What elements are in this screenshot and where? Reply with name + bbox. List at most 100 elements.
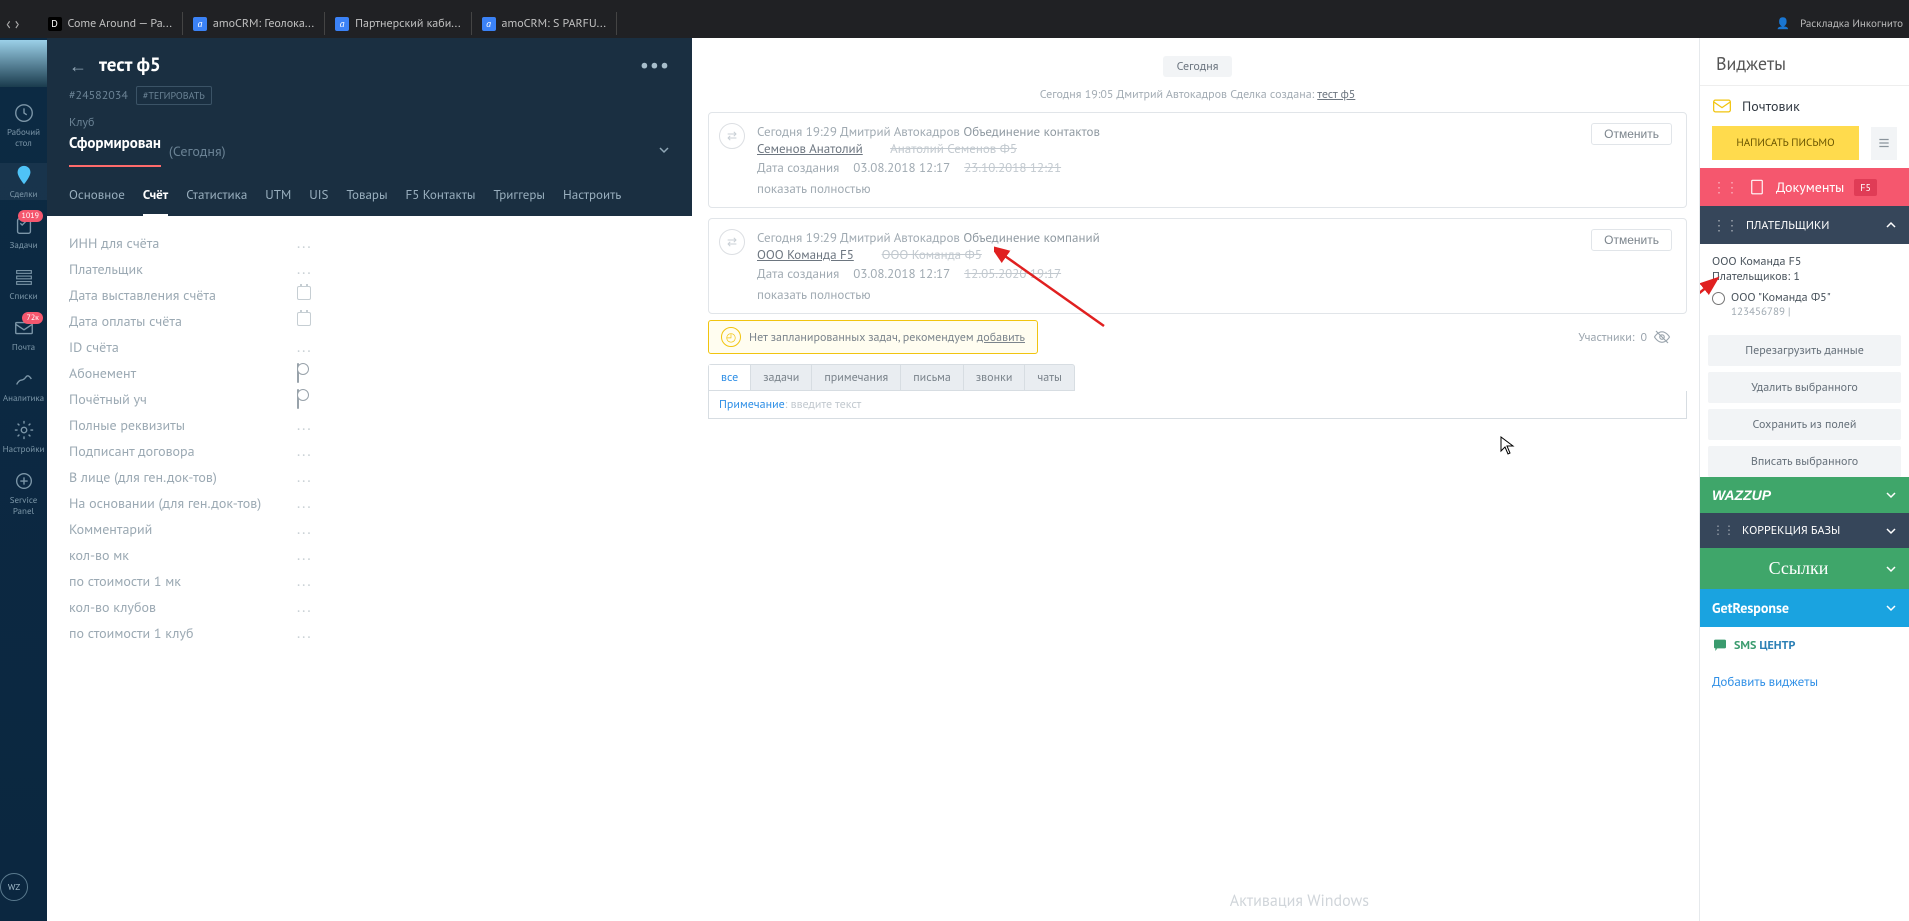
nav-forward-icon[interactable]: › [15,14,20,34]
lead-status-date: (Сегодня) [169,142,226,160]
wazzup-shortcut[interactable]: WZ [0,873,47,901]
date-pill: Сегодня [1163,56,1233,77]
lead-status[interactable]: Сформирован [69,134,161,167]
created-lead-link[interactable]: тест ф5 [1317,87,1355,102]
nav-deals[interactable]: Сделки [0,163,47,200]
payer-action-button[interactable]: Удалить выбранного [1708,372,1901,403]
eye-off-icon[interactable] [1653,328,1671,346]
field-row[interactable]: Почётный уч [69,386,670,412]
incognito-label: Раскладка Инкогнито [1800,17,1903,31]
field-row[interactable]: Абонемент [69,360,670,386]
widget-links[interactable]: Ссылки [1700,548,1909,589]
tab-F5 Контакты[interactable]: F5 Контакты [406,175,476,216]
field-row[interactable]: по стоимости 1 клуб... [69,620,670,646]
payer-action-button[interactable]: Сохранить из полей [1708,409,1901,440]
feed-tab-письма[interactable]: письма [901,365,964,390]
payer-action-button[interactable]: Перезагрузить данные [1708,335,1901,366]
lead-title[interactable]: тест ф5 [99,53,640,77]
cursor-icon [1500,436,1516,456]
payer-action-button[interactable]: Вписать выбранного [1708,446,1901,477]
browser-tab[interactable]: DCome Around — Pa... [38,12,183,35]
payer-company: ООО Команда F5 [1712,254,1897,269]
field-row[interactable]: Комментарий... [69,516,670,542]
nav-mail[interactable]: Почта72к [0,316,47,353]
mail-icon [1712,96,1732,116]
feed-tab-примечания[interactable]: примечания [812,365,901,390]
cancel-button[interactable]: Отменить [1591,229,1672,251]
field-row[interactable]: ID счёта... [69,334,670,360]
feed-tab-чаты[interactable]: чаты [1025,365,1074,390]
tab-Счёт[interactable]: Счёт [143,175,168,216]
field-row[interactable]: Плательщик... [69,256,670,282]
feed-tab-звонки[interactable]: звонки [964,365,1025,390]
widgets-panel: Виджеты Почтовик НАПИСАТЬ ПИСЬМО ⋮⋮ Доку… [1699,38,1909,921]
add-task-link[interactable]: добавить [977,330,1025,345]
more-menu-icon[interactable]: ••• [640,52,670,78]
chevron-up-icon[interactable] [1885,219,1897,231]
payer-item[interactable]: ООО "Команда Ф5" 123456789 | [1712,290,1897,319]
tab-Настроить[interactable]: Настроить [563,175,621,216]
add-widgets-link[interactable]: Добавить виджеты [1700,663,1909,700]
tab-Статистика[interactable]: Статистика [186,175,247,216]
windows-watermark: Активация Windows [1230,891,1369,911]
field-row[interactable]: Подписант договора... [69,438,670,464]
detail-tabs: Основное Счёт Статистика UTM UIS Товары F5 Кон… [47,175,692,216]
widget-wazzup[interactable]: WAZZUP [1700,477,1909,513]
feed-tab-все[interactable]: все [709,365,751,390]
browser-tab[interactable]: aamoCRM: Геолока... [183,12,325,35]
field-row[interactable]: На основании (для ген.док-тов)... [69,490,670,516]
activity-feed: Сегодня Сегодня 19:05 Дмитрий Автокадров… [692,38,1699,921]
user-avatar[interactable] [0,40,47,87]
back-arrow-icon[interactable]: ← [69,54,87,77]
tab-UIS[interactable]: UIS [309,175,328,216]
field-row[interactable]: по стоимости 1 мк... [69,568,670,594]
field-row[interactable]: кол-во клубов... [69,594,670,620]
browser-tab[interactable]: aamoCRM: S PARFU... [472,12,617,35]
field-row[interactable]: В лице (для ген.док-тов)... [69,464,670,490]
browser-tab[interactable]: aПартнерский каби... [325,12,471,35]
feed-tab-задачи[interactable]: задачи [751,365,812,390]
lead-id: #24582034 [69,88,128,103]
chevron-down-icon [1885,489,1897,501]
note-input[interactable]: Примечание: введите текст [708,391,1687,419]
tab-Товары[interactable]: Товары [346,175,387,216]
cancel-button[interactable]: Отменить [1591,123,1672,145]
field-row[interactable]: Дата выставления счёта [69,282,670,308]
nav-tasks[interactable]: Задачи1019 [0,214,47,251]
tab-Основное[interactable]: Основное [69,175,125,216]
widget-getresponse[interactable]: GetResponse [1700,589,1909,627]
nav-service[interactable]: Service Panel [0,469,47,517]
nav-desktop[interactable]: Рабочий стол [0,101,47,149]
mail-settings-button[interactable] [1871,127,1897,160]
widget-docs-header[interactable]: ⋮⋮ Документы F5 [1700,168,1909,206]
participants[interactable]: Участники: 0 [1578,328,1671,346]
lead-detail-panel: ← тест ф5 ••• #24582034 #ТЕГИРОВАТЬ Клуб… [47,38,692,921]
payer-count: Плательщиков: 1 [1712,269,1897,284]
payer-radio[interactable] [1712,292,1725,305]
widget-correction[interactable]: ⋮⋮КОРРЕКЦИЯ БАЗЫ [1700,513,1909,548]
tab-UTM[interactable]: UTM [265,175,291,216]
pipeline-label: Клуб [69,115,670,130]
merge-icon: ⇄ [719,229,745,255]
field-row[interactable]: Дата оплаты счёта [69,308,670,334]
tag-button[interactable]: #ТЕГИРОВАТЬ [136,86,212,105]
no-tasks-banner: ◴ Нет запланированных задач, рекомендуем… [708,320,1038,354]
tab-Триггеры[interactable]: Триггеры [493,175,545,216]
widget-sms[interactable]: SMS ЦЕНТР [1700,627,1909,663]
nav-analytics[interactable]: Аналитика [0,367,47,404]
nav-lists[interactable]: Списки [0,265,47,302]
widget-payers-header[interactable]: ⋮⋮ ПЛАТЕЛЬЩИКИ [1700,206,1909,244]
nav-settings[interactable]: Настройки [0,418,47,455]
write-mail-button[interactable]: НАПИСАТЬ ПИСЬМО [1712,126,1859,160]
feed-card: ⇄Сегодня 19:29 Дмитрий Автокадров Объеди… [708,112,1687,208]
feed-filter-tabs: всезадачипримечанияписьмазвонкичаты [708,364,1075,391]
widgets-title: Виджеты [1700,38,1909,85]
chevron-down-icon [1885,525,1897,537]
merge-icon: ⇄ [719,123,745,149]
field-row[interactable]: Полные реквизиты... [69,412,670,438]
nav-back-icon[interactable]: ‹ [6,14,11,34]
status-chevron-icon[interactable] [658,142,670,160]
field-row[interactable]: ИНН для счёта... [69,230,670,256]
sms-icon [1712,637,1728,653]
field-row[interactable]: кол-во мк... [69,542,670,568]
